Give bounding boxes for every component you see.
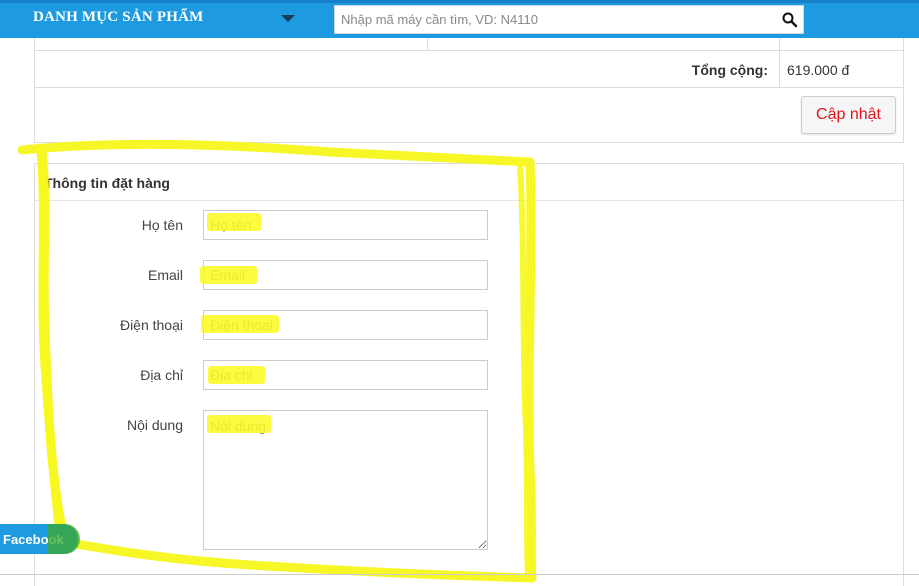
panel-title: Thông tin đặt hàng [44, 175, 170, 191]
form-row-email: Email [35, 260, 903, 290]
column-divider [427, 38, 428, 51]
divider [0, 574, 919, 575]
search-icon[interactable] [781, 11, 799, 29]
highlight-mark [207, 213, 261, 231]
update-cart-button[interactable]: Cập nhật [801, 96, 896, 134]
highlight-mark [208, 366, 265, 384]
column-divider [779, 51, 780, 87]
name-label: Họ tên [141, 217, 183, 233]
order-info-panel: Thông tin đặt hàng Họ tên Email Điện tho… [34, 163, 904, 586]
caret-down-icon[interactable] [281, 15, 295, 22]
email-label: Email [147, 267, 183, 283]
highlight-mark [207, 415, 271, 433]
table-row [35, 38, 903, 51]
form-row-name: Họ tên [35, 210, 903, 240]
panel-header: Thông tin đặt hàng [35, 164, 903, 201]
product-category-menu[interactable]: DANH MỤC SẢN PHẨM [33, 9, 203, 26]
top-navigation-bar: DANH MỤC SẢN PHẨM [0, 0, 919, 38]
form-row-phone: Điện thoại [35, 310, 903, 340]
total-row: Tổng cộng: 619.000 đ [35, 51, 903, 88]
search-box [334, 5, 804, 34]
total-label: Tổng cộng: [691, 62, 768, 78]
facebook-tab[interactable]: Facebook [0, 524, 78, 554]
page: DANH MỤC SẢN PHẨM Tổng cộng: 619.000 đ C… [0, 0, 919, 586]
column-divider [779, 38, 780, 51]
form-row-content: Nội dung [35, 410, 903, 550]
form-row-address: Địa chỉ [35, 360, 903, 390]
highlight-mark [201, 315, 279, 333]
facebook-label: Facebook [3, 532, 64, 547]
content-label: Nội dung [126, 417, 183, 433]
address-label: Địa chỉ [140, 367, 183, 383]
total-value: 619.000 đ [787, 62, 850, 78]
phone-label: Điện thoại [119, 317, 183, 333]
cart-table: Tổng cộng: 619.000 đ Cập nhật [34, 38, 904, 143]
highlight-mark [200, 266, 257, 284]
search-input[interactable] [335, 6, 775, 33]
